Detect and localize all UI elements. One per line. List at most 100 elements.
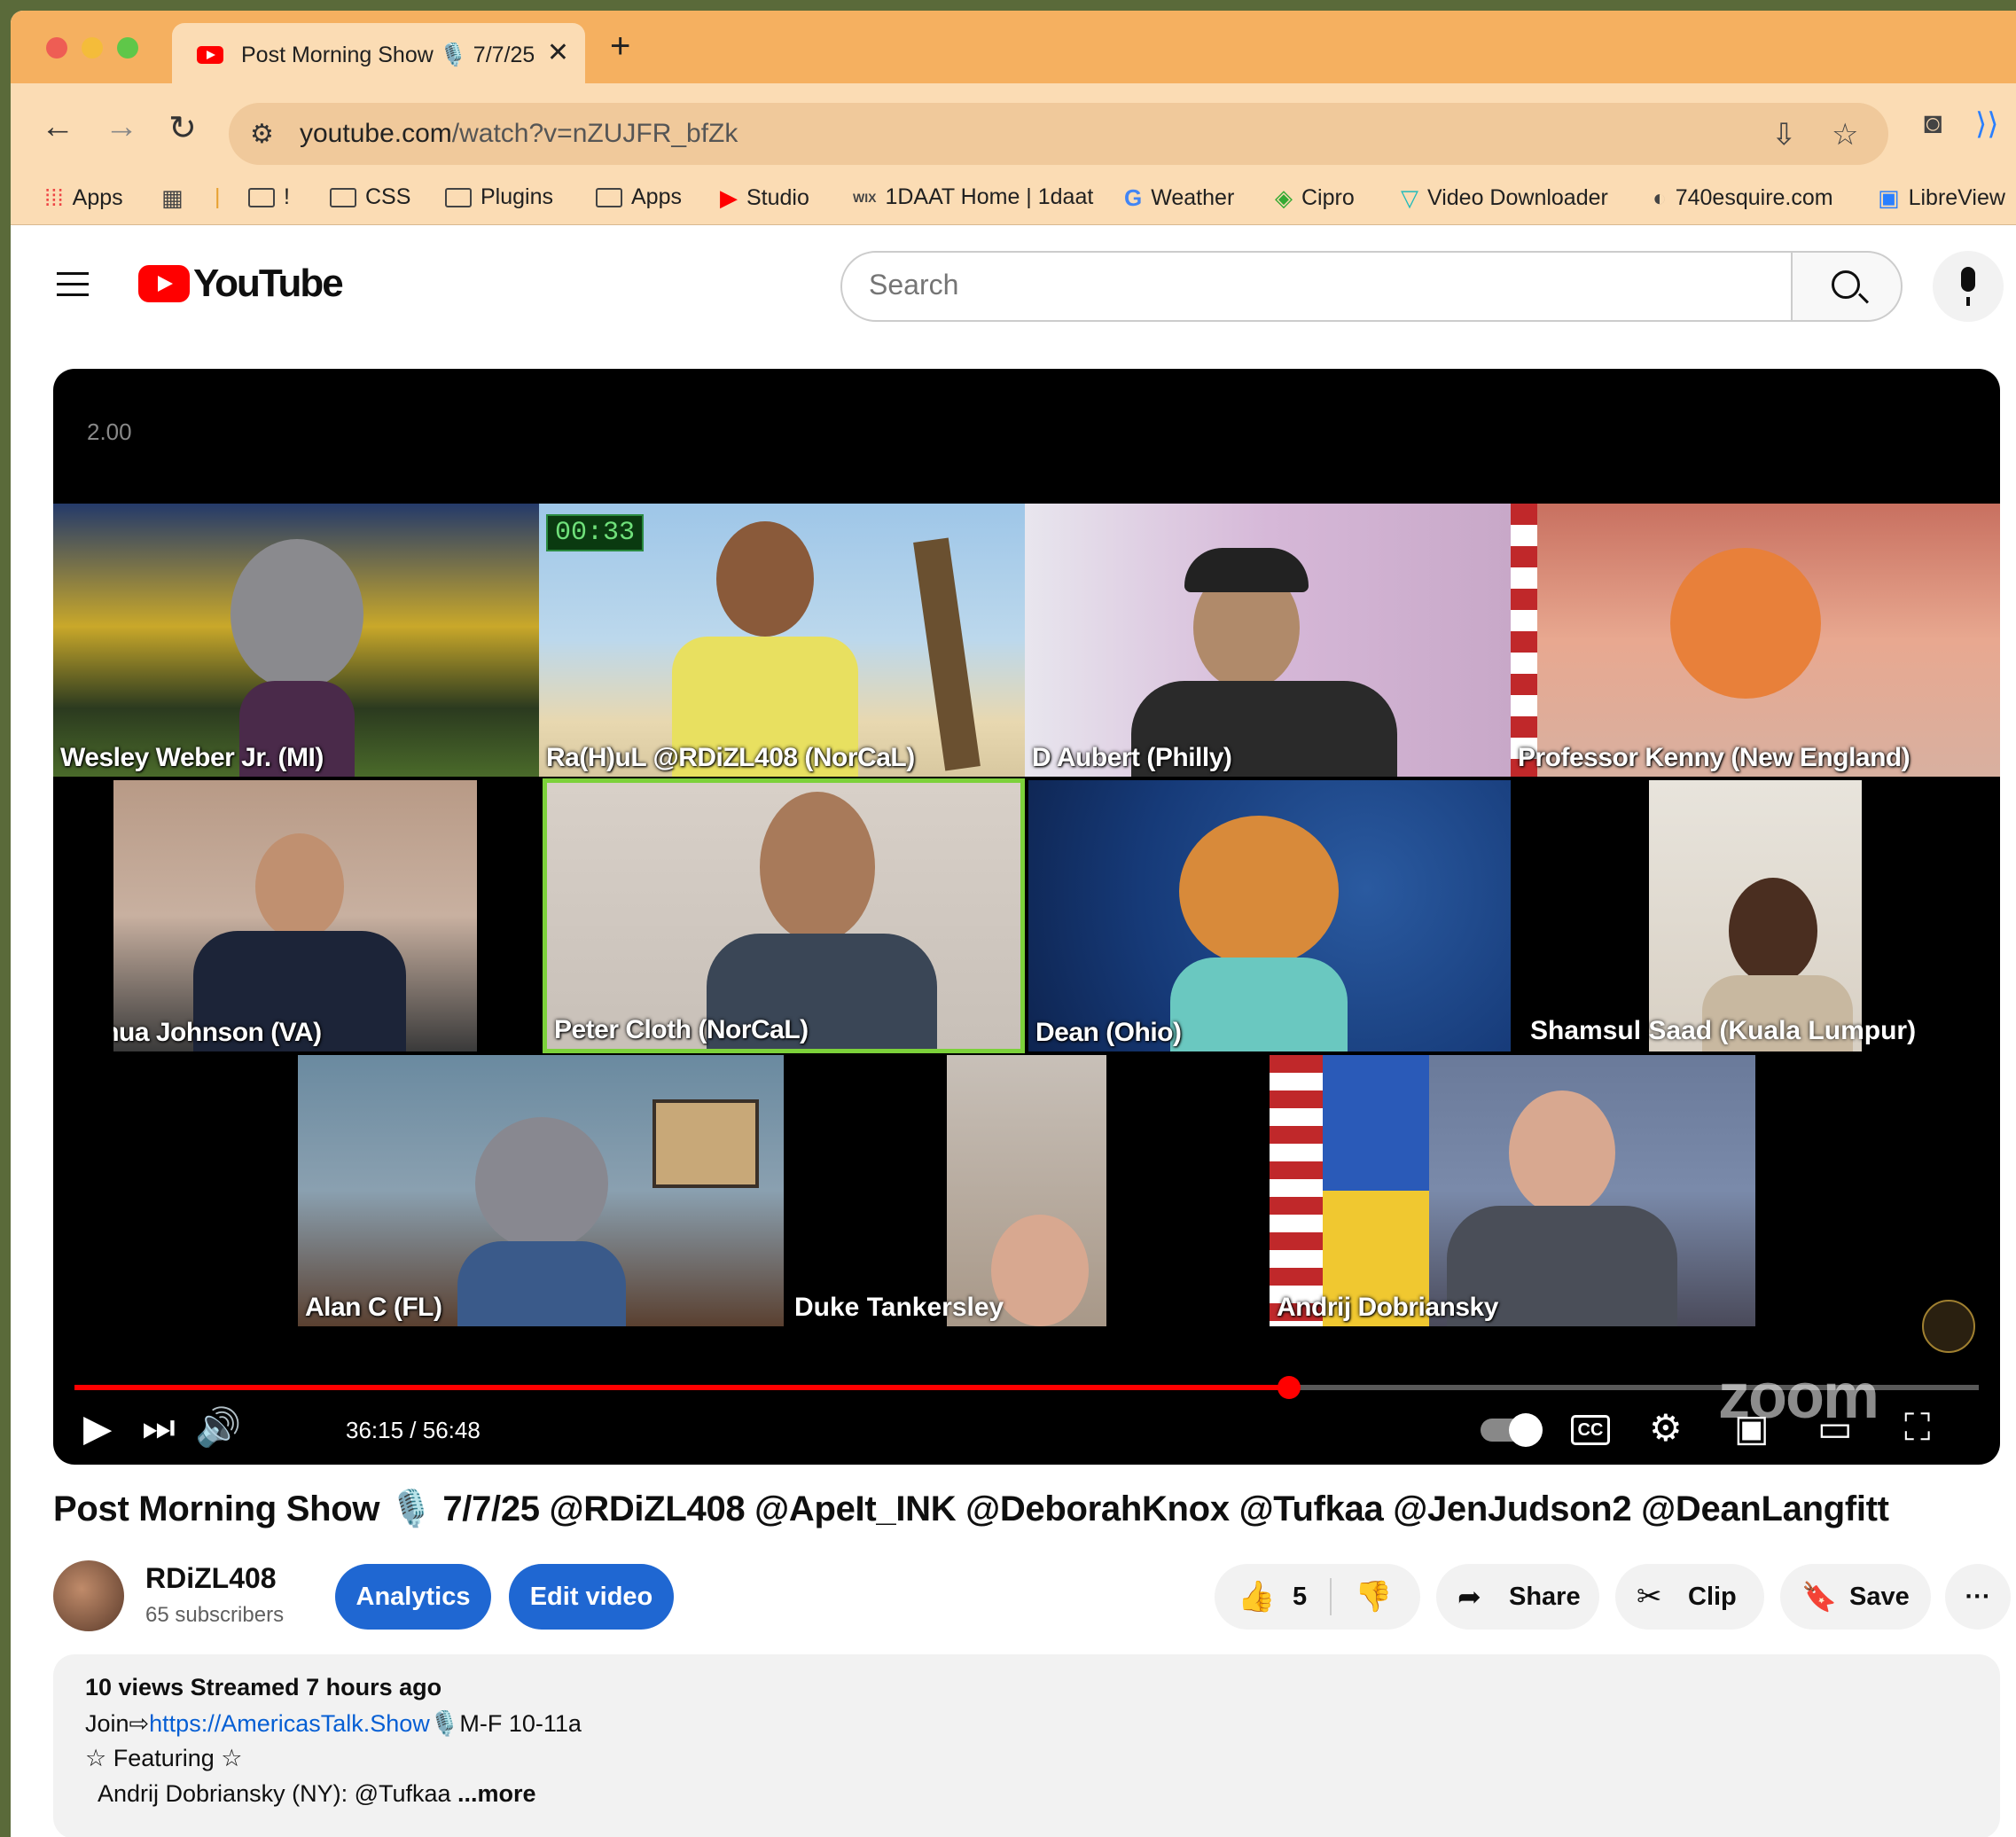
volume-icon[interactable]: 🔊 — [195, 1406, 241, 1450]
description-box[interactable]: 10 views Streamed 7 hours ago Join⇨https… — [53, 1654, 2000, 1837]
apps-grid-icon: ⁞⁞⁞ — [44, 184, 64, 211]
minimize-window-button[interactable] — [82, 37, 103, 59]
participant-name: Alan C (FL) — [305, 1293, 442, 1322]
menu-icon[interactable] — [57, 272, 89, 304]
bookmark-grid[interactable]: ▦ — [161, 184, 184, 212]
new-tab-button[interactable]: + — [610, 27, 630, 66]
wix-icon: WIX — [853, 190, 877, 205]
google-icon: G — [1124, 184, 1143, 211]
participant-tile: Alan C (FL) — [298, 1055, 784, 1326]
participant-face — [255, 833, 344, 940]
bookmark-folder-css[interactable]: CSS — [330, 184, 410, 210]
wolf-avatar — [475, 1117, 608, 1250]
folder-icon — [596, 187, 622, 207]
video-title: Post Morning Show 🎙️ 7/7/25 @RDiZL408 @A… — [53, 1489, 1889, 1528]
camera-icon[interactable]: ◙ — [1924, 106, 1942, 141]
bookmark-folder-apps[interactable]: Apps — [596, 184, 682, 210]
participant-face — [991, 1215, 1089, 1326]
participant-face — [1509, 1090, 1615, 1215]
raccoon-avatar — [231, 539, 363, 690]
zoom-gallery: Wesley Weber Jr. (MI) 00:33 Ra(H)uL @RDi… — [53, 504, 2000, 1326]
participant-tile: Dean (Ohio) — [1028, 780, 1511, 1051]
back-arrow-icon[interactable]: ← — [41, 108, 74, 146]
site-settings-icon[interactable]: ⚙ — [250, 119, 274, 150]
theater-mode-icon[interactable]: ▭ — [1817, 1406, 1853, 1450]
bookmark-separator: | — [215, 184, 221, 209]
participant-name: Professor Kenny (New England) — [1518, 743, 1911, 772]
voice-search-button[interactable] — [1933, 251, 2004, 322]
youtube-logo-text[interactable]: YouTube — [193, 262, 344, 306]
captions-button[interactable]: CC — [1571, 1415, 1610, 1445]
bookmark-folder-plugins[interactable]: Plugins — [445, 184, 553, 210]
participant-tile: 00:33 Ra(H)uL @RDiZL408 (NorCaL) — [539, 504, 1025, 777]
share-arrow-icon: ➦ — [1457, 1581, 1481, 1613]
clip-button[interactable]: ✂ Clip — [1615, 1564, 1764, 1630]
autoplay-toggle[interactable] — [1481, 1413, 1543, 1447]
fullscreen-icon[interactable]: ⛶ — [1904, 1406, 1930, 1450]
channel-avatar[interactable] — [53, 1560, 124, 1631]
tab-title: Post Morning Show 🎙️ 7/7/25 — [241, 43, 534, 67]
meeting-timer: 00:33 — [546, 514, 645, 551]
address-bar[interactable]: ⚙ youtube.com/watch?v=nZUJFR_bfZk ⇩ ☆ — [229, 103, 1888, 165]
progress-bar[interactable] — [74, 1376, 1979, 1399]
bookmark-star-icon[interactable]: ☆ — [1832, 117, 1858, 152]
like-dislike-group: 👍 5 👎 — [1215, 1564, 1420, 1630]
browser-tab-active[interactable]: Post Morning Show 🎙️ 7/7/25 ✕ — [172, 23, 585, 83]
participant-name: Andrij Dobriansky — [1277, 1293, 1498, 1322]
participant-face — [1729, 878, 1817, 984]
address-url[interactable]: youtube.com/watch?v=nZUJFR_bfZk — [300, 119, 738, 149]
save-button[interactable]: 🔖 Save — [1780, 1564, 1931, 1630]
progress-scrubber[interactable] — [1278, 1376, 1301, 1399]
bookmark-folder-bang[interactable]: ! — [248, 184, 290, 210]
reload-icon[interactable]: ↻ — [168, 108, 197, 148]
participant-name: Shamsul Saad (Kuala Lumpur) — [1530, 1016, 1917, 1045]
bookmark-studio[interactable]: ▶ Studio — [720, 184, 809, 212]
participant-name: Peter Cloth (NorCaL) — [554, 1015, 809, 1044]
install-app-icon[interactable]: ⇩ — [1771, 117, 1797, 152]
bookmarks-bar: ⁞⁞⁞ Apps ▦ | ! CSS Plugins Apps ▶ Studio W… — [11, 172, 2016, 225]
americas-talk-show-logo-icon — [1922, 1300, 1975, 1353]
description-line-guest: Andrij Dobriansky (NY): @Tufkaa ...more — [98, 1780, 536, 1808]
search-box[interactable] — [840, 251, 1793, 322]
progress-fill — [74, 1385, 1290, 1390]
bookmark-740esquire[interactable]: ◐ 740esquire.com — [1653, 184, 1833, 212]
search-input[interactable] — [869, 269, 1667, 301]
youtube-studio-icon: ▶ — [720, 184, 738, 211]
maximize-window-button[interactable] — [117, 37, 138, 59]
extension-icon[interactable]: ⟩⟩ — [1975, 106, 1999, 142]
next-button[interactable]: ⏭ — [142, 1406, 176, 1450]
time-display: 36:15 / 56:48 — [346, 1417, 481, 1443]
search-button[interactable] — [1791, 251, 1903, 322]
bookmark-libreview[interactable]: ▣ LibreView — [1878, 184, 2005, 212]
show-more-link[interactable]: ...more — [457, 1780, 536, 1807]
edit-video-button[interactable]: Edit video — [509, 1564, 674, 1630]
esquire-icon: ◐ — [1653, 184, 1667, 211]
participant-tile-active-speaker: Peter Cloth (NorCaL) — [543, 778, 1025, 1053]
settings-gear-icon[interactable]: ⚙ — [1649, 1406, 1683, 1450]
grid-icon: ▦ — [161, 184, 184, 211]
thumbs-up-icon[interactable]: 👍 — [1238, 1564, 1275, 1630]
forward-arrow-icon[interactable]: → — [105, 108, 138, 146]
share-label: Share — [1509, 1583, 1581, 1611]
americas-talk-link[interactable]: https://AmericasTalk.Show — [149, 1710, 430, 1737]
description-line-join: Join⇨https://AmericasTalk.Show🎙️M-F 10-1… — [85, 1709, 582, 1738]
bookmark-weather[interactable]: G Weather — [1124, 184, 1234, 212]
bookmark-video-downloader[interactable]: ▽ Video Downloader — [1401, 184, 1608, 212]
channel-name[interactable]: RDiZL408 — [145, 1562, 277, 1595]
video-player[interactable]: 2.00 Wesley Weber Jr. (MI) 00:33 Ra(H)uL… — [53, 369, 2000, 1465]
bookmark-apps[interactable]: ⁞⁞⁞ Apps — [44, 184, 123, 212]
tab-close-icon[interactable]: ✕ — [547, 37, 569, 68]
play-button[interactable]: ▶ — [83, 1406, 112, 1450]
miniplayer-icon[interactable]: ▣ — [1734, 1406, 1770, 1450]
close-window-button[interactable] — [46, 37, 67, 59]
analytics-button[interactable]: Analytics — [335, 1564, 491, 1630]
more-actions-button[interactable]: ··· — [1945, 1564, 2011, 1630]
bookmark-cipro[interactable]: ◈ Cipro — [1275, 184, 1355, 212]
join-prefix: Join⇨ — [85, 1710, 150, 1737]
clip-label: Clip — [1688, 1583, 1737, 1611]
share-button[interactable]: ➦ Share — [1436, 1564, 1599, 1630]
thumbs-down-icon[interactable]: 👎 — [1355, 1564, 1392, 1630]
youtube-logo-icon[interactable] — [138, 265, 190, 302]
like-count[interactable]: 5 — [1293, 1564, 1307, 1630]
bookmark-1daat[interactable]: WIX 1DAAT Home | 1daat — [853, 184, 1093, 210]
